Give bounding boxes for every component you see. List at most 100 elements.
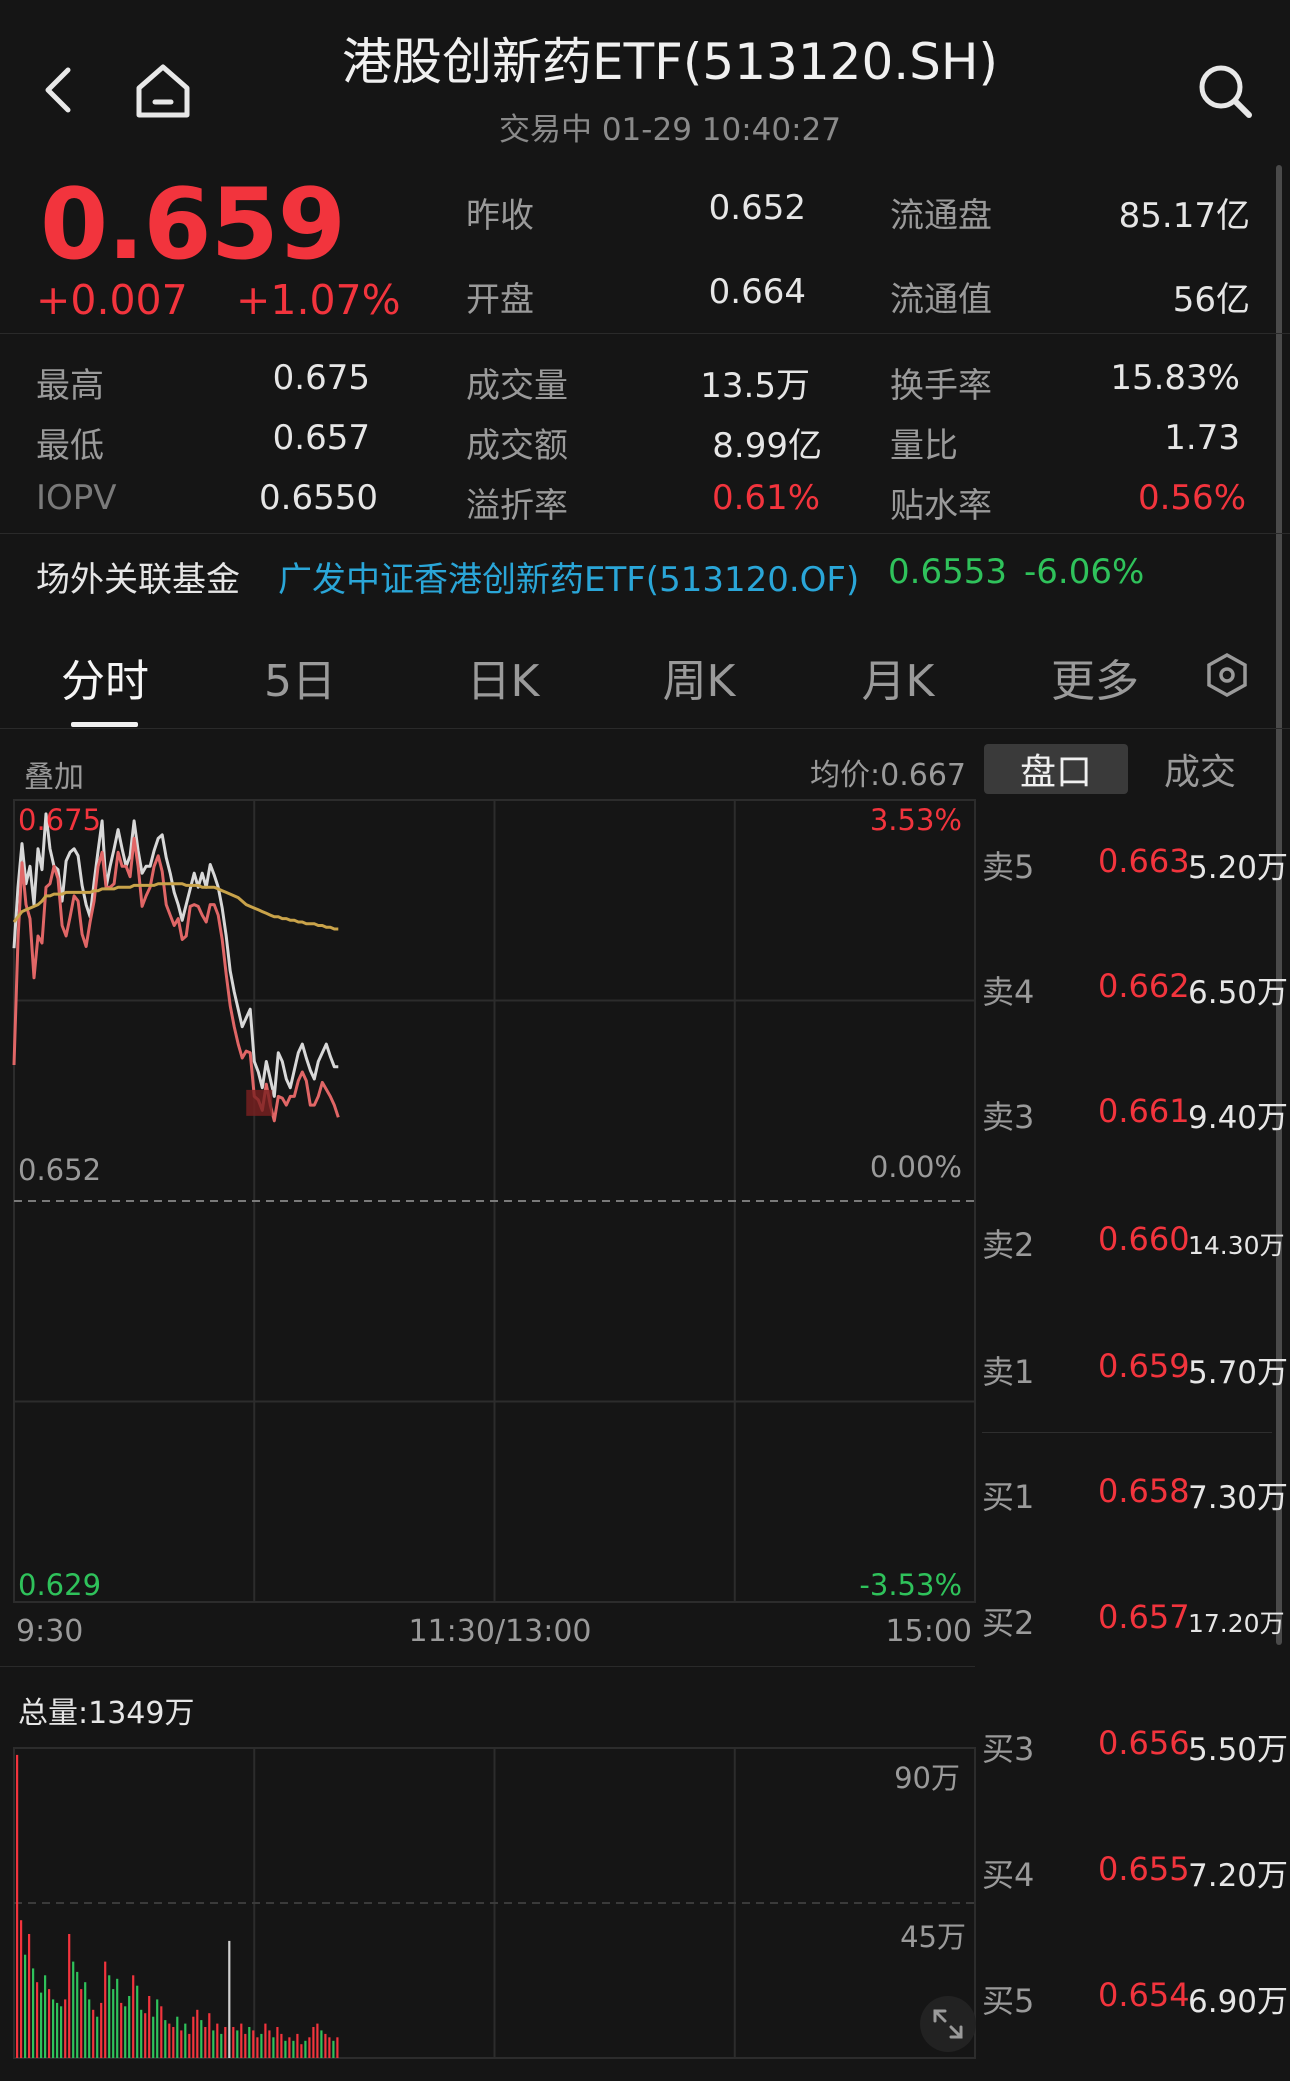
tab-trades[interactable]: 成交 bbox=[1130, 744, 1270, 794]
bid-row-3[interactable]: 买3 0.656 5.50万 bbox=[982, 1720, 1288, 1770]
bid-label: 买4 bbox=[982, 1856, 1035, 1894]
volume-bar bbox=[24, 1954, 27, 2058]
stat-label: 成交额 bbox=[466, 426, 568, 466]
bid-row-2[interactable]: 买2 0.657 17.20万 bbox=[982, 1594, 1285, 1644]
volume-bar bbox=[20, 1920, 23, 2058]
current-price: 0.659 bbox=[40, 168, 346, 282]
volume-bar bbox=[196, 2009, 199, 2058]
ask-price: 0.662 bbox=[1098, 967, 1190, 1005]
ask-row-2[interactable]: 卖2 0.660 14.30万 bbox=[982, 1216, 1285, 1266]
linked-fund-nav: 0.6553 bbox=[888, 552, 1007, 592]
tab-order-book[interactable]: 盘口 bbox=[984, 744, 1128, 794]
volume-chart[interactable] bbox=[0, 1740, 980, 2060]
volume-bar bbox=[192, 2016, 195, 2058]
stat-label: 换手率 bbox=[890, 366, 992, 406]
ask-label: 卖5 bbox=[982, 848, 1035, 886]
linked-fund-row[interactable]: 场外关联基金 广发中证香港创新药ETF(513120.OF) 0.6553 -6… bbox=[36, 552, 1266, 602]
avg-price: 均价:0.667 bbox=[810, 758, 966, 793]
bid-label: 买2 bbox=[982, 1604, 1035, 1642]
volume-bar bbox=[44, 1975, 47, 2058]
volume-bar bbox=[148, 1996, 151, 2058]
volume-bar bbox=[180, 2030, 183, 2058]
volume-label-mid: 45万 bbox=[900, 1920, 966, 1954]
x-label-close: 15:00 bbox=[885, 1614, 972, 1649]
tab-monthly-k[interactable]: 月K bbox=[823, 645, 973, 709]
volume-bar bbox=[28, 1934, 31, 2058]
ask-price: 0.661 bbox=[1098, 1092, 1190, 1130]
stat-value: 8.99亿 bbox=[712, 426, 822, 466]
volume-bar bbox=[164, 2020, 167, 2058]
linked-fund-pct: -6.06% bbox=[1024, 552, 1145, 592]
ask-row-5[interactable]: 卖5 0.663 5.20万 bbox=[982, 838, 1288, 888]
volume-bar bbox=[156, 1999, 159, 2058]
stat-value: 15.83% bbox=[1110, 358, 1240, 398]
volume-bar bbox=[40, 1992, 43, 2058]
tab-daily-k[interactable]: 日K bbox=[428, 645, 578, 709]
volume-bar bbox=[260, 2033, 263, 2058]
x-label-open: 9:30 bbox=[16, 1614, 84, 1649]
home-button[interactable] bbox=[128, 58, 198, 124]
bid-price: 0.655 bbox=[1098, 1850, 1190, 1888]
volume-bar bbox=[208, 2013, 211, 2058]
volume-bar bbox=[264, 2023, 267, 2058]
stat-value: 0.675 bbox=[272, 358, 370, 398]
volume-bar bbox=[36, 1982, 39, 2058]
tab-order-book-label: 盘口 bbox=[1019, 752, 1092, 793]
bid-row-5[interactable]: 买5 0.654 6.90万 bbox=[982, 1972, 1288, 2022]
volume-bar bbox=[272, 2037, 275, 2058]
tab-active-indicator bbox=[71, 722, 138, 727]
bid-row-4[interactable]: 买4 0.655 7.20万 bbox=[982, 1846, 1288, 1896]
volume-bar bbox=[64, 1999, 67, 2058]
volume-bar bbox=[248, 2027, 251, 2058]
chart-settings-button[interactable] bbox=[1200, 648, 1254, 702]
volume-bar bbox=[200, 2020, 203, 2058]
volume-bar bbox=[116, 1978, 119, 2058]
search-button[interactable] bbox=[1190, 58, 1260, 124]
pct-label-mid: 0.00% bbox=[869, 1150, 962, 1184]
bid-row-1[interactable]: 买1 0.658 7.30万 bbox=[982, 1468, 1288, 1518]
volume-bar bbox=[168, 2023, 171, 2058]
tab-5day[interactable]: 5日 bbox=[225, 645, 375, 709]
ask-label: 卖1 bbox=[982, 1353, 1035, 1391]
volume-label-top: 90万 bbox=[894, 1761, 960, 1795]
volume-bar bbox=[112, 1989, 115, 2058]
bid-label: 买3 bbox=[982, 1730, 1035, 1768]
volume-bar bbox=[124, 2006, 127, 2058]
stat-label: 贴水率 bbox=[890, 486, 992, 526]
divider bbox=[0, 333, 1290, 334]
tab-weekly-k[interactable]: 周K bbox=[624, 645, 774, 709]
volume-bar bbox=[312, 2027, 315, 2058]
volume-bar bbox=[140, 2009, 143, 2058]
volume-bar bbox=[328, 2037, 331, 2058]
volume-bar bbox=[100, 2002, 103, 2058]
stat-label: 溢折率 bbox=[466, 486, 568, 526]
volume-bar bbox=[88, 1999, 91, 2058]
stat-label: 最低 bbox=[36, 426, 104, 466]
bid-price: 0.656 bbox=[1098, 1724, 1190, 1762]
volume-bar bbox=[32, 1968, 35, 2058]
fullscreen-button[interactable] bbox=[920, 1996, 976, 2052]
stat-value: 13.5万 bbox=[700, 366, 810, 406]
linked-fund-name[interactable]: 广发中证香港创新药ETF(513120.OF) bbox=[278, 552, 859, 601]
volume-bar bbox=[120, 2002, 123, 2058]
volume-bar bbox=[216, 2023, 219, 2058]
ask-row-1[interactable]: 卖1 0.659 5.70万 bbox=[982, 1343, 1288, 1393]
page-title: 港股创新药ETF(513120.SH) bbox=[341, 33, 998, 91]
volume-bar bbox=[296, 2033, 299, 2058]
tab-intraday[interactable]: 分时 bbox=[30, 645, 180, 709]
volume-bar bbox=[92, 2009, 95, 2058]
back-button[interactable] bbox=[28, 60, 88, 120]
volume-bar bbox=[56, 2002, 59, 2058]
bid-price: 0.657 bbox=[1098, 1598, 1190, 1636]
volume-bar bbox=[308, 2037, 311, 2058]
volume-bar bbox=[280, 2033, 283, 2058]
ask-row-3[interactable]: 卖3 0.661 9.40万 bbox=[982, 1088, 1288, 1138]
bid-price: 0.658 bbox=[1098, 1472, 1190, 1510]
price-chart[interactable] bbox=[0, 790, 980, 1630]
stat-label: 昨收 bbox=[466, 196, 534, 236]
volume-bar bbox=[268, 2030, 271, 2058]
search-icon bbox=[1199, 65, 1252, 118]
ask-label: 卖3 bbox=[982, 1098, 1035, 1136]
tab-more[interactable]: 更多 bbox=[1020, 645, 1170, 709]
ask-row-4[interactable]: 卖4 0.662 6.50万 bbox=[982, 963, 1288, 1013]
